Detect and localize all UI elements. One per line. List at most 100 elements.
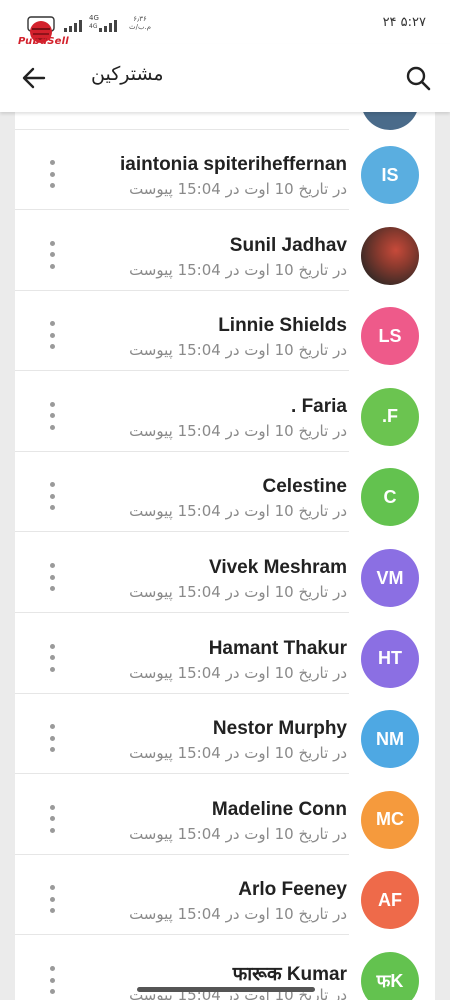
subscribers-list[interactable]: IS iaintonia spiteriheffernan در تاریخ 10 …: [15, 112, 435, 1000]
avatar[interactable]: .F: [361, 387, 419, 446]
subscriber-row[interactable]: HT Hamant Thakur در تاریخ 10 اوت در 15:04 …: [15, 614, 435, 694]
menu-dot: [49, 252, 55, 258]
network-speed: ۶٫۳۶ م.ب/ث: [129, 15, 151, 31]
subscriber-row[interactable]: IS iaintonia spiteriheffernan در تاریخ 10 …: [15, 130, 435, 210]
subscriber-row[interactable]: AF Arlo Feeney در تاریخ 10 اوت در 15:04 پی…: [15, 855, 435, 936]
menu-dot: [49, 171, 55, 177]
subscriber-row[interactable]: VM Vivek Meshram در تاریخ 10 اوت در 15:04 …: [15, 533, 435, 613]
avatar[interactable]: VM: [361, 549, 419, 607]
avatar[interactable]: MC: [361, 790, 419, 849]
menu-dot: [49, 977, 55, 983]
menu-dot: [49, 655, 55, 661]
subscriber-name: iaintonia spiteriheffernan: [120, 154, 347, 175]
avatar[interactable]: HT: [361, 629, 419, 688]
menu-dot: [49, 574, 55, 580]
subscriber-row[interactable]: LS Linnie Shields در تاریخ 10 اوت در 15:04…: [15, 291, 435, 372]
more-vertical-icon[interactable]: [44, 966, 60, 994]
avatar[interactable]: [361, 226, 419, 285]
speed-value: ۶٫۳۶: [133, 15, 147, 23]
menu-dot: [49, 424, 55, 430]
join-date: در تاریخ 10 اوت در 15:04 پیوست: [129, 905, 347, 924]
menu-dot: [49, 482, 55, 488]
menu-dot: [49, 563, 55, 568]
more-vertical-icon[interactable]: [44, 804, 60, 833]
menu-dot: [49, 263, 55, 269]
menu-dot: [49, 344, 55, 350]
subscriber-name: Arlo Feeney: [238, 879, 347, 901]
more-vertical-icon[interactable]: [44, 724, 60, 753]
subscriber-row[interactable]: Sunil Jadhav در تاریخ 10 اوت در 15:04 پیو…: [15, 211, 435, 291]
gesture-handle[interactable]: [137, 987, 315, 992]
menu-dot: [49, 747, 55, 753]
subscriber-row[interactable]: NM Nestor Murphy در تاریخ 10 اوت در 15:04 …: [15, 694, 435, 775]
network-type: 4G: [89, 14, 99, 22]
menu-dot: [49, 183, 55, 188]
subscriber-name: Hamant Thakur: [208, 637, 347, 659]
more-vertical-icon[interactable]: [44, 563, 60, 591]
menu-dot: [49, 885, 55, 891]
subscriber-name: फारूक Kumar: [232, 964, 347, 985]
menu-dot: [49, 666, 55, 672]
menu-dot: [49, 724, 55, 730]
subscriber-name: Celestine: [262, 476, 347, 498]
menu-dot: [49, 896, 55, 902]
join-date: در تاریخ 10 اوت در 15:04 پیوست: [129, 341, 347, 360]
menu-dot: [49, 827, 55, 833]
join-date: در تاریخ 10 اوت در 15:04 پیوست: [129, 744, 347, 763]
menu-dot: [49, 586, 55, 591]
list-item[interactable]: [15, 112, 435, 130]
more-vertical-icon[interactable]: [44, 643, 60, 672]
subscriber-name: Nestor Murphy: [212, 718, 347, 740]
subscriber-row[interactable]: MC Madeline Conn در تاریخ 10 اوت در 15:04 …: [15, 775, 435, 855]
menu-dot: [49, 160, 55, 165]
more-vertical-icon[interactable]: [44, 240, 60, 269]
join-date: در تاریخ 10 اوت در 15:04 پیوست: [129, 421, 347, 440]
app-bar: مشترکین: [0, 44, 450, 112]
subscriber-name: Linnie Shields: [218, 315, 347, 337]
more-vertical-icon[interactable]: [44, 885, 60, 914]
speed-unit: م.ب/ث: [129, 23, 152, 31]
clock: ۲۴ ۵:۲۷: [382, 15, 426, 30]
join-date: در تاریخ 10 اوت در 15:04 پیوست: [129, 260, 347, 279]
avatar[interactable]: LS: [361, 307, 419, 366]
menu-dot: [49, 321, 55, 327]
menu-dot: [49, 240, 55, 246]
page-title: مشترکین: [91, 63, 164, 85]
menu-dot: [49, 966, 55, 971]
subscriber-name: Sunil Jadhav: [229, 234, 347, 256]
menu-dot: [49, 401, 55, 407]
menu-dot: [49, 332, 55, 338]
subscriber-row[interactable]: C Celestine در تاریخ 10 اوت در 15:04 پیوست: [15, 452, 435, 533]
avatar[interactable]: NM: [361, 710, 419, 769]
join-date: در تاریخ 10 اوت در 15:04 پیوست: [129, 824, 347, 843]
menu-dot: [49, 505, 55, 511]
menu-dot: [49, 493, 55, 499]
join-date: در تاریخ 10 اوت در 15:04 پیوست: [129, 180, 347, 198]
join-date: در تاریخ 10 اوت در 15:04 پیوست: [129, 502, 347, 521]
subscriber-row[interactable]: .F . Faria در تاریخ 10 اوت در 15:04 پیوست: [15, 372, 435, 452]
subscriber-name: Vivek Meshram: [208, 557, 347, 578]
avatar[interactable]: फK: [361, 952, 419, 1000]
menu-dot: [49, 989, 55, 994]
more-vertical-icon[interactable]: [44, 321, 60, 350]
subscriber-name: . Faria: [291, 395, 347, 417]
menu-dot: [49, 804, 55, 810]
join-date: در تاریخ 10 اوت در 15:04 پیوست: [129, 663, 347, 682]
more-vertical-icon[interactable]: [44, 482, 60, 511]
avatar[interactable]: C: [361, 468, 419, 527]
menu-dot: [49, 816, 55, 822]
menu-dot: [49, 735, 55, 741]
search-icon[interactable]: [402, 62, 434, 94]
arrow-back-icon[interactable]: [18, 62, 50, 94]
menu-dot: [49, 413, 55, 419]
avatar[interactable]: AF: [361, 871, 419, 930]
menu-dot: [49, 908, 55, 914]
more-vertical-icon[interactable]: [44, 160, 60, 188]
avatar[interactable]: IS: [361, 146, 419, 204]
menu-dot: [49, 643, 55, 649]
network-type-sub: 4G: [89, 23, 98, 30]
status-bar: PubgSell 4G 4G ۶٫۳۶ م.ب/ث ۲۴ ۵:۲۷: [0, 0, 450, 47]
join-date: در تاریخ 10 اوت در 15:04 پیوست: [129, 583, 347, 601]
subscriber-name: Madeline Conn: [211, 798, 347, 820]
more-vertical-icon[interactable]: [44, 401, 60, 430]
